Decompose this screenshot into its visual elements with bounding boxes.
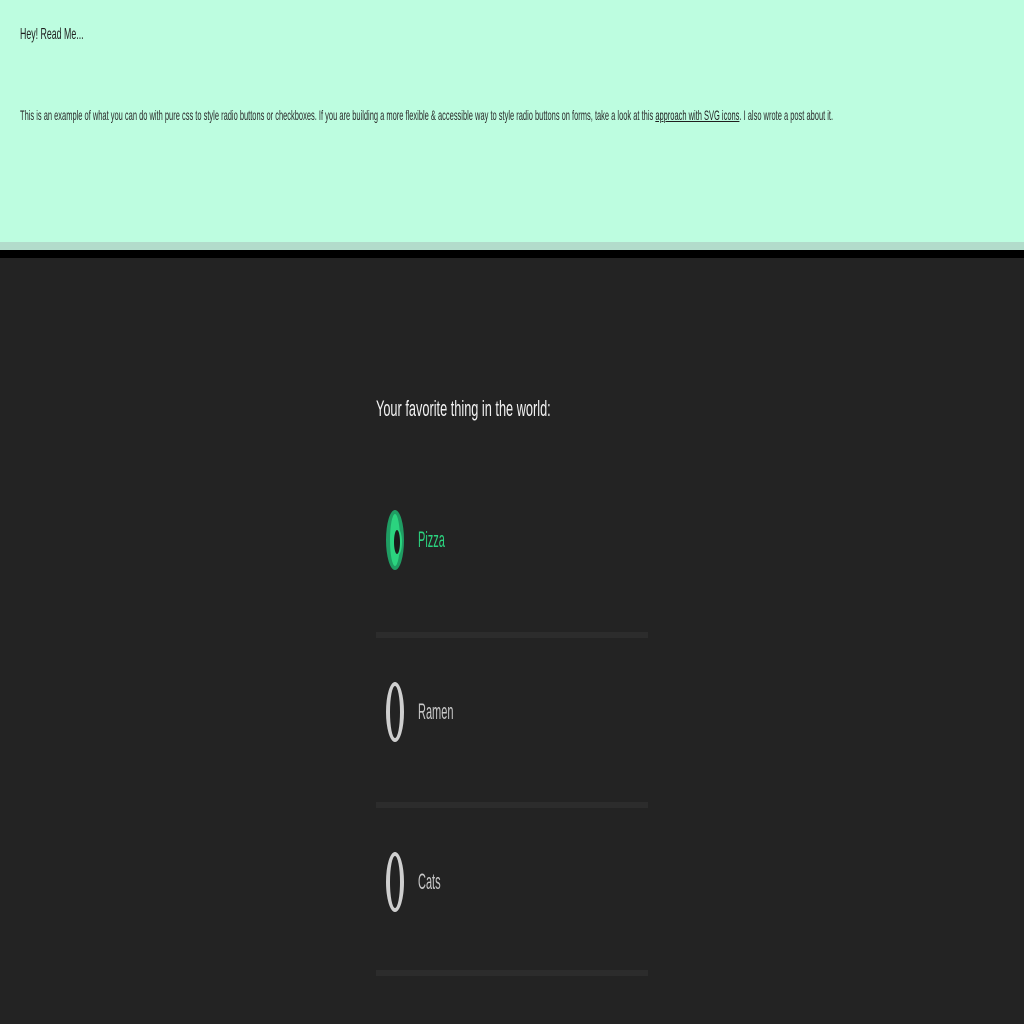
option-cats[interactable]: Cats	[376, 850, 648, 1020]
notice-body-text: This is an example of what you can do wi…	[20, 107, 654, 123]
option-ramen[interactable]: Ramen	[376, 680, 648, 850]
cats-radio[interactable]	[386, 852, 404, 912]
option-pizza[interactable]: Pizza	[376, 510, 648, 680]
notice-title: Hey! Read Me...	[20, 26, 84, 43]
option-divider	[376, 970, 648, 976]
main-area: Your favorite thing in the world: Pizza …	[0, 258, 1024, 1024]
option-divider	[376, 802, 648, 808]
notice-body: This is an example of what you can do wi…	[20, 94, 983, 136]
cats-label[interactable]: Cats	[418, 869, 441, 895]
svg-approach-link[interactable]: approach with SVG icons	[655, 107, 739, 123]
notice-panel: Hey! Read Me... This is an example of wh…	[0, 0, 1024, 242]
section-divider	[0, 250, 1024, 258]
pizza-label[interactable]: Pizza	[418, 527, 445, 553]
notice-body-text-end: . I also wrote a post about it.	[739, 107, 834, 123]
ramen-radio[interactable]	[386, 682, 404, 742]
form-legend: Your favorite thing in the world:	[376, 396, 551, 421]
pizza-radio[interactable]	[386, 510, 404, 570]
notice-bottom-border	[0, 242, 1024, 250]
option-divider	[376, 632, 648, 638]
ramen-label[interactable]: Ramen	[418, 699, 453, 725]
favorite-thing-form: Your favorite thing in the world: Pizza …	[376, 396, 648, 1020]
